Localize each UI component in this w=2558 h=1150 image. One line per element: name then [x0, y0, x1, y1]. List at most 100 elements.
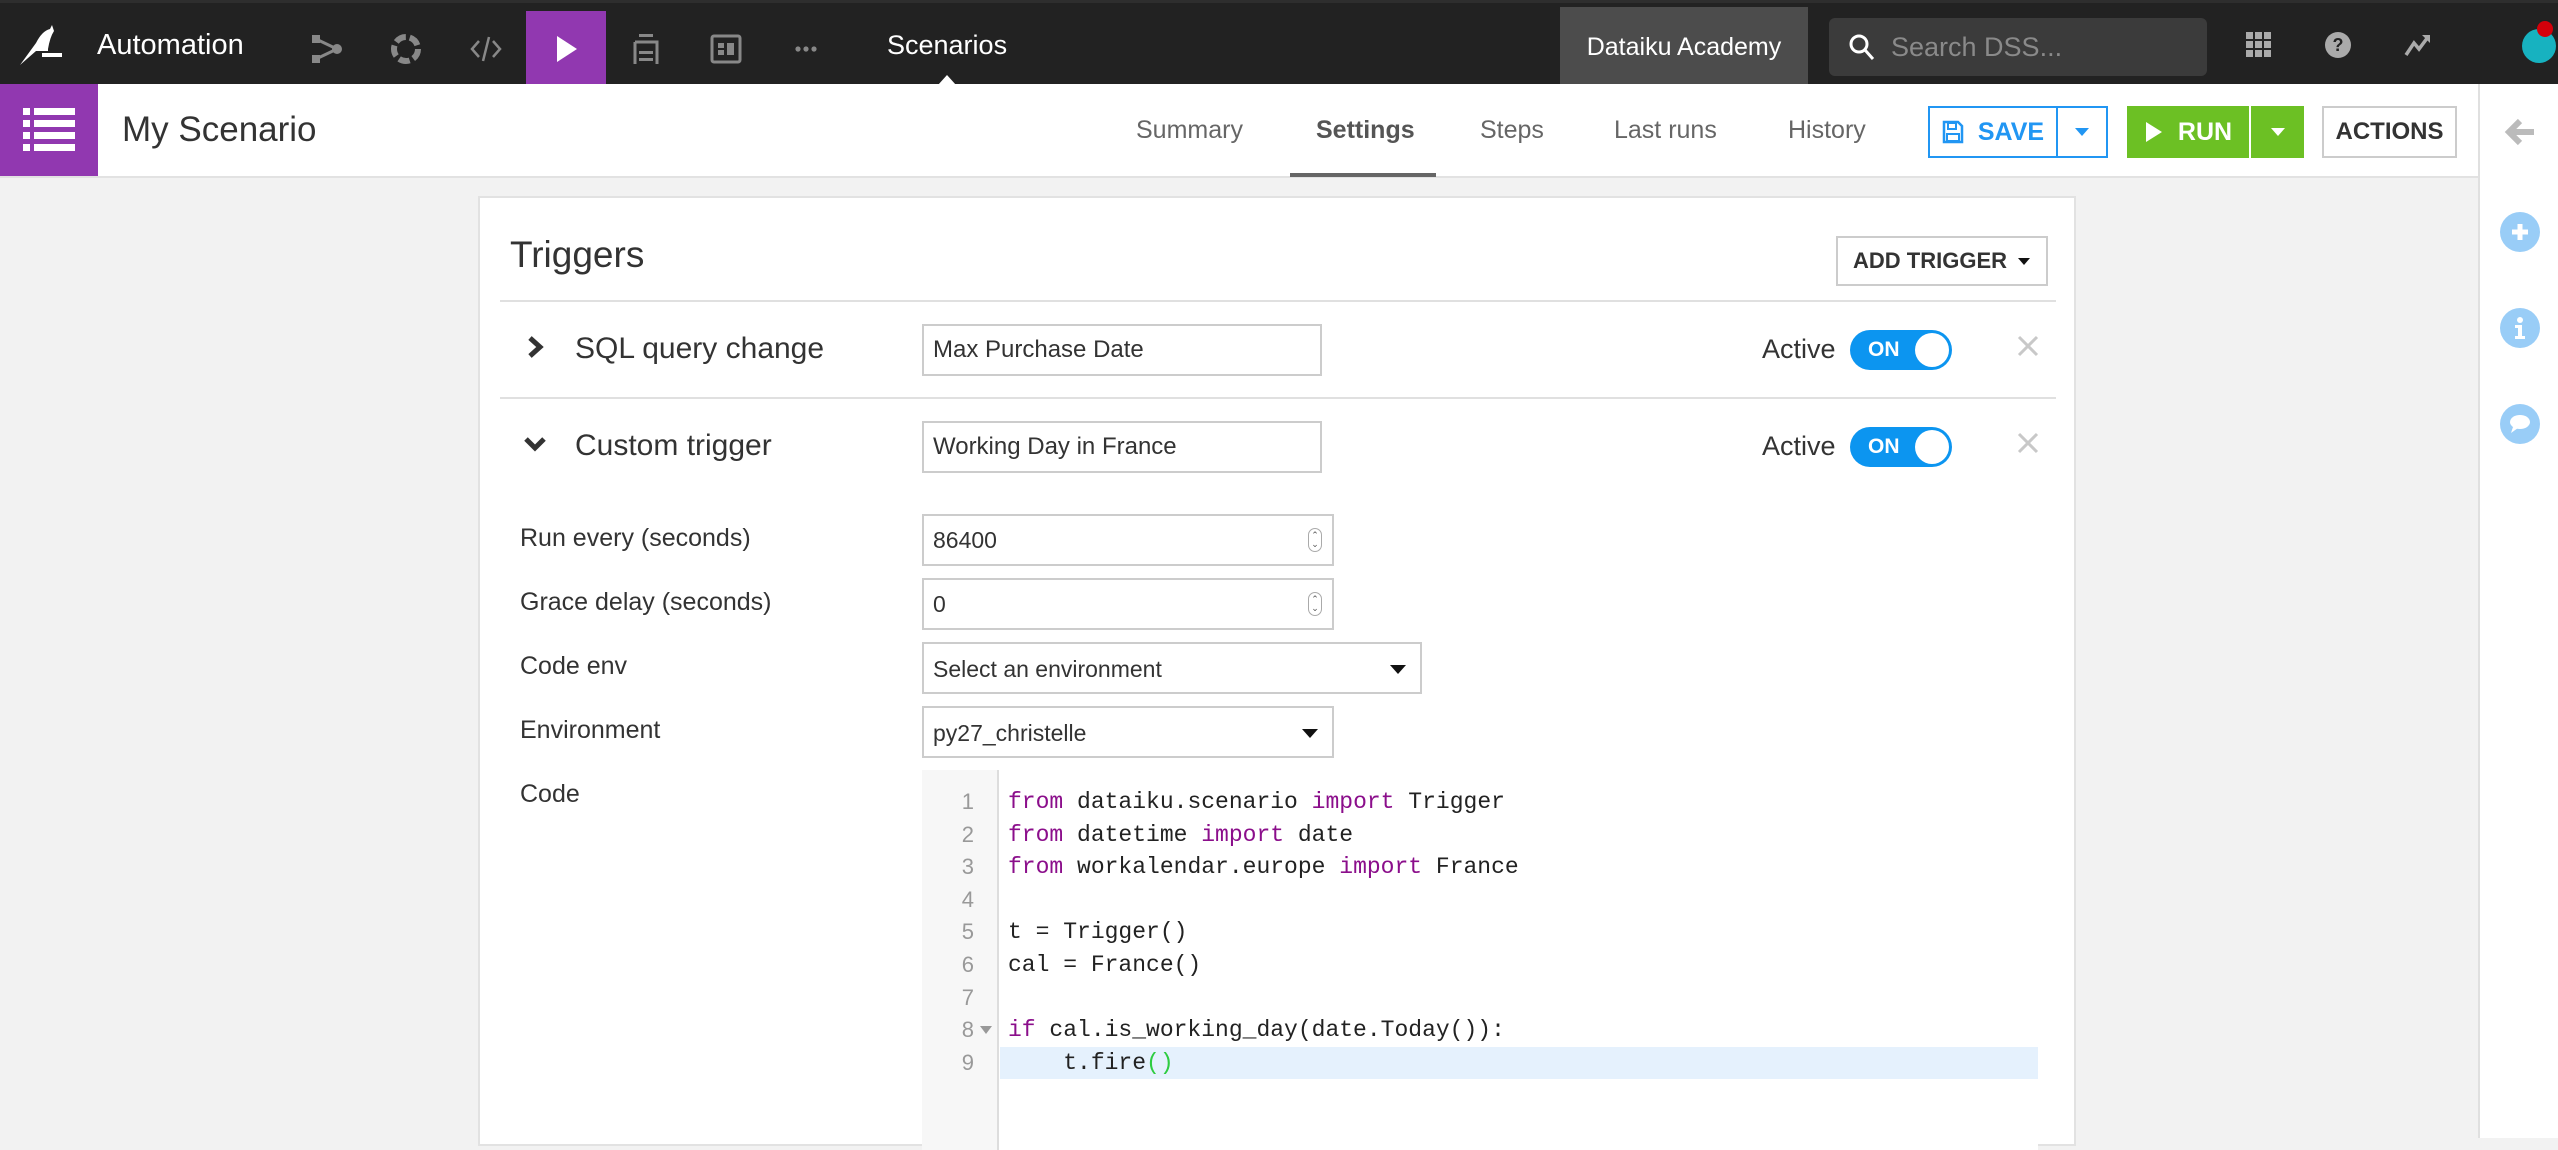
caret-down-icon: [1302, 729, 1318, 738]
search-input[interactable]: [1891, 28, 2191, 66]
fold-caret-icon[interactable]: [980, 1026, 992, 1035]
active-label: Active: [1762, 334, 1836, 364]
caret-down-icon: [1390, 665, 1406, 674]
code-text: if cal.is_working_day(date.Today()):: [1008, 1017, 1505, 1044]
active-label: Active: [1762, 431, 1836, 461]
project-name[interactable]: Automation: [97, 29, 244, 62]
list-icon: [23, 108, 75, 151]
caret-down-icon: [2018, 257, 2030, 265]
caret-down-icon: [2075, 128, 2089, 136]
toggle-state-label: ON: [1868, 338, 1900, 361]
scenario-list-button[interactable]: [0, 84, 98, 176]
grace-delay-field[interactable]: ⌃⌄: [922, 578, 1334, 630]
code-icon[interactable]: [446, 11, 526, 87]
comment-icon[interactable]: [2500, 404, 2540, 444]
active-tab-indicator: [1290, 173, 1436, 177]
triggers-title: Triggers: [510, 234, 645, 275]
code-line[interactable]: 6 cal = France(): [922, 949, 2038, 981]
line-number: 2: [961, 821, 974, 847]
code-text: t = Trigger(): [1008, 919, 1188, 946]
run-every-field[interactable]: ⌃⌄: [922, 514, 1334, 566]
run-every-label: Run every (seconds): [520, 524, 751, 552]
line-number: 5: [961, 919, 974, 945]
run-button[interactable]: RUN: [2127, 106, 2251, 158]
close-icon[interactable]: [2014, 429, 2042, 457]
environment-value: py27_christelle: [933, 720, 1087, 746]
trigger-type[interactable]: Custom trigger: [575, 429, 772, 463]
code-text: from datetime import date: [1008, 821, 1354, 848]
line-number: 1: [961, 789, 974, 814]
trigger-row: Custom trigger Active ON: [500, 399, 2056, 495]
dataiku-bird-logo-icon[interactable]: [14, 23, 64, 67]
code-text: t.fire(): [1008, 1049, 1174, 1076]
line-number: 9: [961, 1049, 974, 1075]
code-line[interactable]: 9 t.fire(): [922, 1047, 2038, 1079]
line-number: 8: [961, 1017, 974, 1043]
code-line[interactable]: 8 if cal.is_working_day(date.Today()):: [922, 1014, 2038, 1046]
code-label: Code: [520, 780, 580, 808]
triggers-panel: Triggers ADD TRIGGER SQL query change Ac…: [478, 196, 2076, 1150]
number-stepper-icon[interactable]: ⌃ ⌄: [1308, 592, 1322, 616]
tab-steps[interactable]: Steps: [1480, 116, 1544, 145]
instance-name-button[interactable]: Dataiku Academy: [1560, 7, 1808, 87]
trigger-name-input[interactable]: [922, 324, 1322, 376]
search-box[interactable]: [1829, 18, 2207, 76]
flow-icon[interactable]: [286, 11, 366, 87]
caret-down-icon: [2270, 128, 2285, 136]
environment-select[interactable]: py27_christelle: [922, 706, 1334, 758]
chevron-right-icon[interactable]: [520, 332, 550, 362]
active-toggle[interactable]: ON: [1850, 330, 1952, 370]
active-toggle[interactable]: ON: [1850, 427, 1952, 467]
number-stepper-icon[interactable]: ⌃ ⌄: [1308, 528, 1322, 552]
apps-grid-icon[interactable]: [2241, 27, 2277, 63]
trigger-row: SQL query change Active ON: [500, 302, 2056, 398]
more-icon[interactable]: [766, 11, 846, 87]
chevron-down-icon[interactable]: [520, 429, 550, 459]
run-label: RUN: [2177, 117, 2233, 146]
trigger-type[interactable]: SQL query change: [575, 332, 824, 366]
code-editor[interactable]: 1 from dataiku.scenario import Trigger 2 fr…: [922, 770, 2038, 1150]
run-dropdown-button[interactable]: [2251, 106, 2304, 158]
tab-history[interactable]: History: [1788, 116, 1866, 145]
dashboard-icon[interactable]: [686, 11, 766, 87]
save-dropdown-button[interactable]: [2058, 108, 2106, 156]
scenarios-play-icon[interactable]: [526, 11, 606, 87]
line-number: 6: [961, 952, 974, 977]
add-trigger-label: ADD TRIGGER: [1853, 248, 2007, 273]
line-number: 4: [961, 886, 974, 912]
save-button[interactable]: SAVE: [1930, 108, 2058, 156]
run-every-input[interactable]: [924, 516, 1332, 564]
search-icon: [1849, 34, 1875, 60]
code-line[interactable]: 5 t = Trigger(): [922, 916, 2038, 948]
scenario-header: My Scenario Summary Settings Steps Last …: [0, 84, 2478, 178]
section-title: Scenarios: [887, 30, 1008, 60]
activity-icon[interactable]: [2400, 27, 2436, 63]
help-icon[interactable]: ?: [2320, 27, 2356, 63]
code-env-select[interactable]: Select an environment: [922, 642, 1422, 694]
cycle-icon[interactable]: [366, 11, 446, 87]
environment-label: Environment: [520, 716, 661, 744]
actions-button[interactable]: ACTIONS: [2322, 106, 2457, 158]
back-arrow-icon[interactable]: [2500, 112, 2540, 152]
top-navigation-bar: Automation Scenarios Dataiku Academy ?: [0, 0, 2558, 87]
add-trigger-button[interactable]: ADD TRIGGER: [1836, 236, 2048, 286]
info-icon[interactable]: [2500, 308, 2540, 348]
code-text: from dataiku.scenario import Trigger: [1008, 789, 1505, 815]
stack-icon[interactable]: [606, 11, 686, 87]
code-line[interactable]: 7: [922, 982, 2038, 1014]
code-line[interactable]: 3 from workalendar.europe import France: [922, 851, 2038, 883]
tab-summary[interactable]: Summary: [1136, 116, 1243, 145]
code-line[interactable]: 4: [922, 884, 2038, 916]
code-line[interactable]: 1 from dataiku.scenario import Trigger: [922, 786, 2038, 818]
toggle-state-label: ON: [1868, 435, 1900, 458]
add-icon[interactable]: [2500, 212, 2540, 252]
tab-last-runs[interactable]: Last runs: [1614, 116, 1717, 145]
code-line[interactable]: 2 from datetime import date: [922, 819, 2038, 851]
tab-settings[interactable]: Settings: [1316, 116, 1415, 145]
toggle-knob: [1915, 333, 1949, 367]
grace-delay-input[interactable]: [924, 580, 1332, 628]
play-icon: [2145, 122, 2162, 142]
code-text: cal = France(): [1008, 952, 1202, 978]
trigger-name-input[interactable]: [922, 421, 1322, 473]
close-icon[interactable]: [2014, 332, 2042, 360]
